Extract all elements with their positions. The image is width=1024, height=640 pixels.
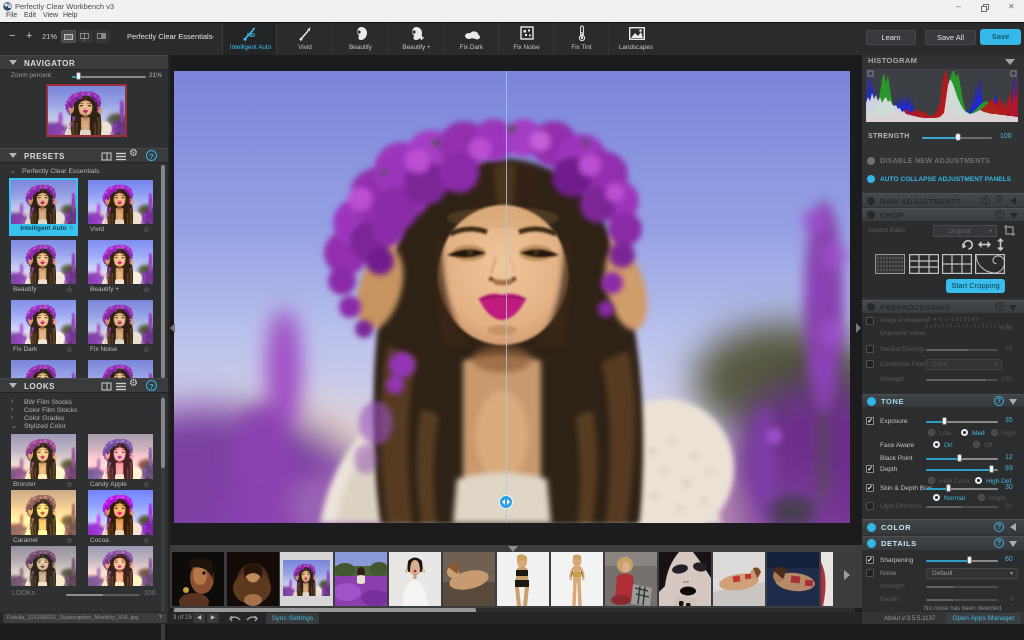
svg-text:-5 -4 -3 -2 -1 0 1 2 3 4 5: -5 -4 -3 -2 -1 0 1 2 3 4 5	[926, 317, 979, 323]
